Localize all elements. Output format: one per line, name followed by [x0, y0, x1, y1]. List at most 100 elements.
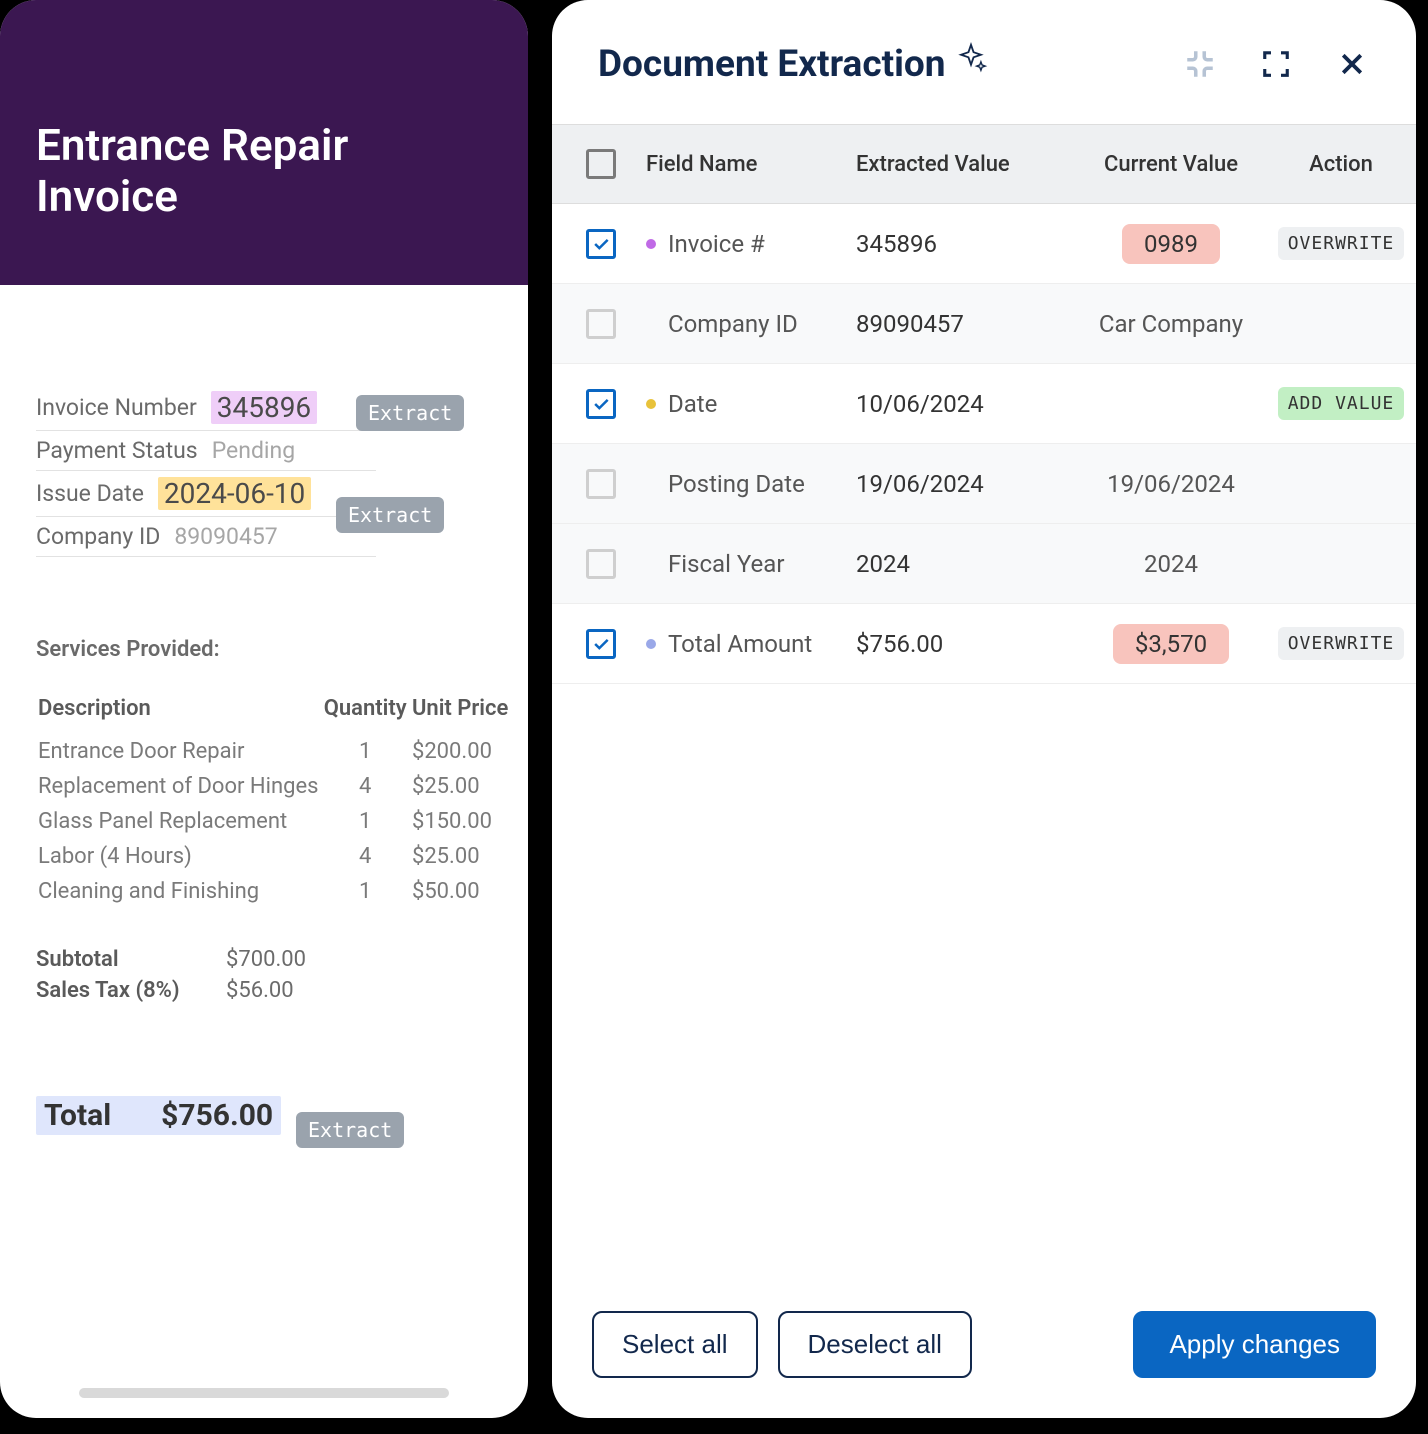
- extraction-panel: Document Extraction Field Name Extracted…: [552, 0, 1416, 1418]
- field-name-text: Date: [668, 390, 717, 418]
- overwrite-button[interactable]: OVERWRITE: [1278, 627, 1405, 660]
- add-value-button[interactable]: ADD VALUE: [1278, 387, 1405, 420]
- overwrite-button[interactable]: OVERWRITE: [1278, 227, 1405, 260]
- deselect-all-button[interactable]: Deselect all: [778, 1311, 972, 1378]
- extraction-title-text: Document Extraction: [598, 43, 946, 86]
- current-value-pill: 0989: [1122, 224, 1220, 264]
- service-qty: 4: [321, 770, 410, 803]
- tax-value: $56.00: [226, 978, 294, 1003]
- status-dot: [646, 239, 656, 249]
- total-value: $756.00: [161, 1098, 273, 1133]
- extraction-table: Field Name Extracted Value Current Value…: [552, 124, 1416, 1281]
- current-value-pill: $3,570: [1113, 624, 1229, 664]
- service-qty: 1: [321, 875, 410, 908]
- service-price: $150.00: [412, 805, 514, 838]
- service-row: Glass Panel Replacement1$150.00: [38, 805, 514, 838]
- col-quantity: Quantity: [321, 692, 410, 733]
- service-desc: Labor (4 Hours): [38, 840, 319, 873]
- apply-changes-button[interactable]: Apply changes: [1133, 1311, 1376, 1378]
- row-checkbox[interactable]: [586, 229, 616, 259]
- current-value: 19/06/2024: [1076, 470, 1266, 498]
- field-label: Issue Date: [36, 480, 144, 507]
- services-heading: Services Provided:: [36, 637, 492, 662]
- col-unit-price: Unit Price: [412, 692, 514, 733]
- service-desc: Glass Panel Replacement: [38, 805, 319, 838]
- tax-label: Sales Tax (8%): [36, 978, 186, 1003]
- field-label: Invoice Number: [36, 394, 197, 421]
- document-title: Entrance Repair Invoice: [36, 120, 492, 221]
- service-row: Labor (4 Hours)4$25.00: [38, 840, 514, 873]
- service-qty: 1: [321, 805, 410, 838]
- document-preview-panel: Entrance Repair Invoice Invoice Number 3…: [0, 0, 528, 1418]
- status-dot: [646, 399, 656, 409]
- field-company-id: Company ID 89090457: [36, 517, 376, 557]
- extraction-header: Document Extraction: [552, 0, 1416, 124]
- row-checkbox[interactable]: [586, 469, 616, 499]
- extraction-footer: Select all Deselect all Apply changes: [552, 1281, 1416, 1418]
- field-name-text: Fiscal Year: [668, 550, 784, 578]
- extracted-value: 345896: [856, 230, 1076, 258]
- extraction-row: Posting Date19/06/202419/06/2024: [552, 444, 1416, 524]
- service-row: Replacement of Door Hinges4$25.00: [38, 770, 514, 803]
- extracted-value: $756.00: [856, 630, 1076, 658]
- close-icon[interactable]: [1334, 46, 1370, 82]
- minimize-icon[interactable]: [1182, 46, 1218, 82]
- maximize-icon[interactable]: [1258, 46, 1294, 82]
- extraction-row: Invoice # 345896 0989 OVERWRITE: [552, 204, 1416, 284]
- table-header-row: Field Name Extracted Value Current Value…: [552, 124, 1416, 204]
- col-description: Description: [38, 692, 319, 733]
- field-name-text: Company ID: [668, 310, 798, 338]
- extracted-value: 89090457: [856, 310, 1076, 338]
- status-dot: [646, 639, 656, 649]
- service-row: Cleaning and Finishing1$50.00: [38, 875, 514, 908]
- total-row-highlight: Total $756.00: [36, 1096, 281, 1135]
- row-checkbox[interactable]: [586, 309, 616, 339]
- service-price: $50.00: [412, 875, 514, 908]
- field-name-cell: Company ID: [646, 310, 856, 338]
- field-value-highlight: 345896: [211, 391, 317, 424]
- service-desc: Entrance Door Repair: [38, 735, 319, 768]
- extract-tag[interactable]: Extract: [356, 395, 464, 431]
- service-price: $25.00: [412, 840, 514, 873]
- field-name-cell: Date: [646, 390, 856, 418]
- service-qty: 4: [321, 840, 410, 873]
- service-price: $25.00: [412, 770, 514, 803]
- action-cell: OVERWRITE: [1266, 227, 1416, 260]
- total-label: Total: [44, 1098, 111, 1133]
- field-value: Pending: [212, 437, 295, 464]
- current-value: 2024: [1076, 550, 1266, 578]
- action-cell: OVERWRITE: [1266, 627, 1416, 660]
- extraction-row: Total Amount $756.00 $3,570 OVERWRITE: [552, 604, 1416, 684]
- field-value: 89090457: [174, 523, 277, 550]
- field-name-cell: Fiscal Year: [646, 550, 856, 578]
- horizontal-scrollbar[interactable]: [79, 1388, 449, 1398]
- service-price: $200.00: [412, 735, 514, 768]
- field-name-cell: Total Amount: [646, 630, 856, 658]
- sparkle-icon: [954, 42, 988, 86]
- header-extracted: Extracted Value: [856, 152, 1076, 177]
- header-field-name: Field Name: [646, 152, 856, 177]
- select-all-checkbox[interactable]: [586, 149, 616, 179]
- field-value-highlight: 2024-06-10: [158, 477, 311, 510]
- extract-tag[interactable]: Extract: [296, 1112, 404, 1148]
- current-value: Car Company: [1076, 310, 1266, 338]
- current-value: 0989: [1076, 224, 1266, 264]
- extracted-value: 19/06/2024: [856, 470, 1076, 498]
- row-checkbox[interactable]: [586, 549, 616, 579]
- field-name-text: Invoice #: [668, 230, 765, 258]
- document-header: Entrance Repair Invoice: [0, 0, 528, 285]
- service-qty: 1: [321, 735, 410, 768]
- row-checkbox[interactable]: [586, 389, 616, 419]
- field-issue-date: Issue Date 2024-06-10: [36, 471, 376, 517]
- field-name-cell: Posting Date: [646, 470, 856, 498]
- field-payment-status: Payment Status Pending: [36, 431, 376, 471]
- row-checkbox[interactable]: [586, 629, 616, 659]
- select-all-button[interactable]: Select all: [592, 1311, 758, 1378]
- extraction-row: Date10/06/2024ADD VALUE: [552, 364, 1416, 444]
- service-desc: Cleaning and Finishing: [38, 875, 319, 908]
- field-label: Company ID: [36, 523, 160, 550]
- extraction-row: Fiscal Year20242024: [552, 524, 1416, 604]
- field-label: Payment Status: [36, 437, 198, 464]
- header-action: Action: [1266, 152, 1416, 177]
- field-name-text: Total Amount: [668, 630, 812, 658]
